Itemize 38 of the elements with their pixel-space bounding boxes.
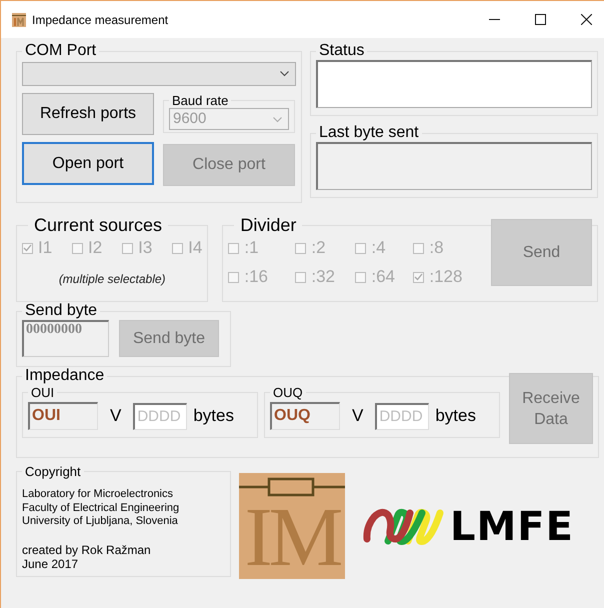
hint-text: (multiple selectable) (58, 272, 167, 286)
credit-text: created by Rok Ražman (22, 542, 152, 556)
value-field: OUI (28, 402, 98, 430)
group-title: COM Port (24, 42, 98, 60)
unit-label: V (110, 406, 122, 426)
bytes-field[interactable]: DDDD (375, 402, 430, 430)
check-icon (23, 244, 32, 252)
check-icon (414, 273, 424, 281)
chevron-icon (273, 117, 282, 123)
group-title: Last byte sent (318, 124, 420, 142)
group-title: Copyright (24, 464, 82, 479)
logo-text: LMFE (450, 504, 574, 550)
close-icon[interactable] (581, 14, 592, 25)
bytes-field[interactable]: DDDD (133, 402, 188, 430)
group-title: Send byte (24, 302, 98, 320)
group-title: OUI (30, 385, 56, 400)
byte-field[interactable]: 00000000 (22, 320, 109, 357)
maximize-icon[interactable] (535, 14, 546, 25)
group-title: Baud rate (171, 93, 230, 108)
chevron-icon (280, 71, 289, 77)
group-title: Current sources (33, 215, 164, 236)
group-title: Impedance (24, 367, 106, 385)
group-title: Divider (239, 215, 298, 236)
unit-label: bytes (435, 406, 476, 426)
window-title: Impedance measurement (32, 12, 168, 26)
value-field: OUQ (270, 402, 340, 430)
wave-logo-icon (362, 507, 446, 547)
open-port-button[interactable]: Open port (22, 142, 154, 185)
credit-text: June 2017 (22, 556, 80, 570)
app-icon (12, 12, 26, 26)
unit-label: V (352, 406, 364, 426)
info-text: Laboratory for Microelectronics (22, 488, 174, 502)
info-text: Faculty of Electrical Engineering (22, 502, 180, 515)
info-text: University of Ljubljana, Slovenia (22, 515, 179, 528)
unit-label: bytes (193, 406, 234, 426)
group-title: Status (318, 42, 366, 60)
group-title: OUQ (272, 385, 304, 400)
refresh-ports-button[interactable]: Refresh ports (22, 93, 154, 135)
